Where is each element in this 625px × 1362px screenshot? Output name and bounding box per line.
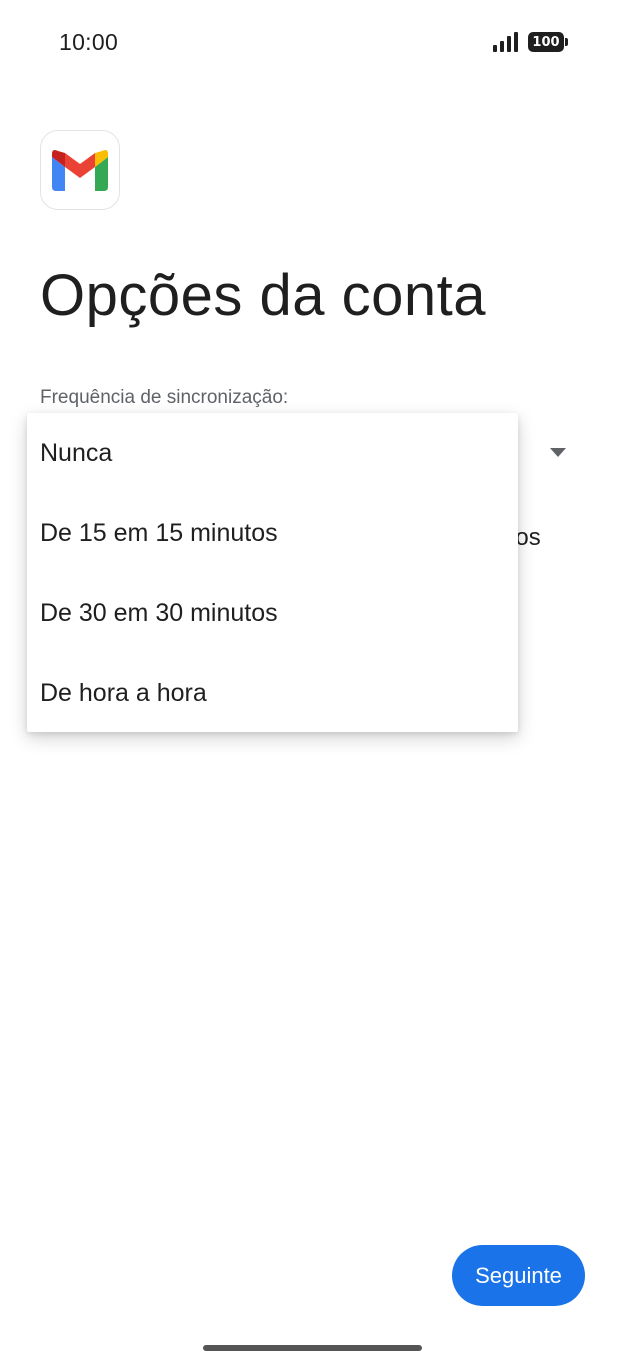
gmail-icon [52,150,108,191]
account-options-screen: 10:00 100 Opções da conta Frequência de … [0,0,625,1362]
home-indicator[interactable] [203,1345,422,1351]
status-time: 10:00 [59,29,119,55]
sync-frequency-menu: Nunca De 15 em 15 minutos De 30 em 30 mi… [27,413,518,732]
battery-level: 100 [528,32,564,52]
menu-item-hourly[interactable]: De hora a hora [27,653,518,733]
status-icons: 100 [492,31,568,53]
sync-frequency-label: Frequência de sincronização: [40,387,289,408]
gmail-logo [40,130,120,210]
menu-item-never[interactable]: Nunca [27,413,518,493]
battery-icon: 100 [528,31,568,53]
page-title: Opções da conta [40,263,487,328]
menu-item-30-minutes[interactable]: De 30 em 30 minutos [27,573,518,653]
next-button[interactable]: Seguinte [452,1245,585,1306]
menu-item-15-minutes[interactable]: De 15 em 15 minutos [27,493,518,573]
dropdown-arrow-icon[interactable] [550,448,566,457]
signal-icon [493,32,518,52]
